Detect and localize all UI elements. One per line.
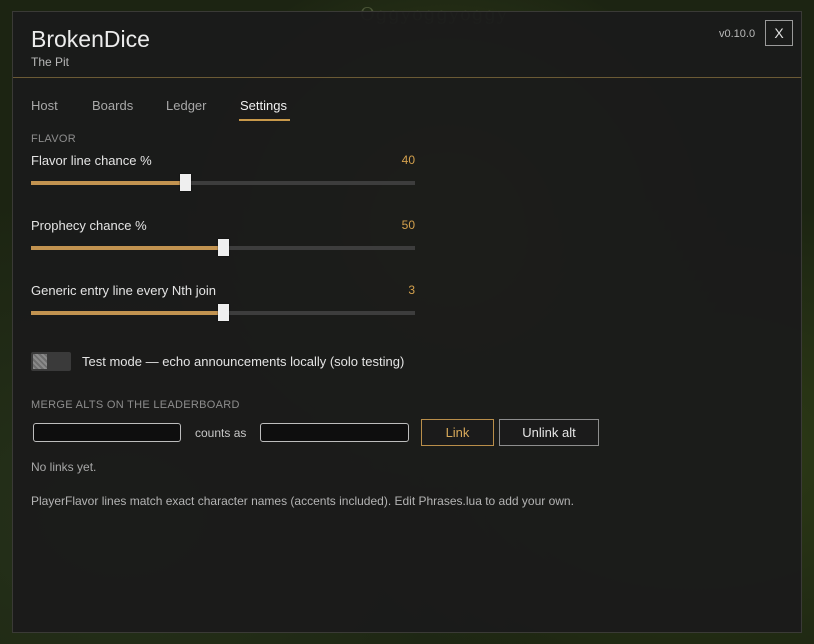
- prophecy-chance-slider[interactable]: [31, 239, 415, 256]
- merge-alts-section-label: MERGE ALTS ON THE LEADERBOARD: [31, 399, 240, 411]
- slider-label: Prophecy chance %: [31, 218, 147, 233]
- no-links-text: No links yet.: [31, 460, 97, 474]
- tab-settings[interactable]: Settings: [239, 98, 290, 121]
- slider-fill: [31, 311, 223, 315]
- unlink-alt-button[interactable]: Unlink alt: [499, 419, 599, 446]
- slider-value: 40: [401, 153, 415, 167]
- test-mode-toggle[interactable]: [31, 352, 71, 371]
- flavor-section-label: FLAVOR: [31, 133, 76, 145]
- alt-name-input[interactable]: [33, 423, 181, 442]
- slider-label: Generic entry line every Nth join: [31, 283, 216, 298]
- generic-entry-line-slider[interactable]: [31, 304, 415, 321]
- window-subtitle: The Pit: [31, 55, 70, 69]
- header-divider: [13, 77, 801, 78]
- window-title: BrokenDice: [31, 26, 150, 52]
- link-button[interactable]: Link: [421, 419, 494, 446]
- close-button[interactable]: X: [765, 20, 793, 46]
- slider-thumb[interactable]: [179, 174, 191, 191]
- brokendice-window: BrokenDice The Pit v0.10.0 X Host Boards…: [12, 11, 802, 633]
- tab-boards[interactable]: Boards: [92, 98, 133, 113]
- main-name-input[interactable]: [260, 423, 409, 442]
- slider-value: 3: [408, 283, 415, 297]
- flavor-line-chance-slider[interactable]: [31, 174, 415, 191]
- slider-label: Flavor line chance %: [31, 153, 152, 168]
- tab-host[interactable]: Host: [31, 98, 58, 113]
- slider-thumb[interactable]: [218, 239, 229, 256]
- slider-thumb[interactable]: [218, 304, 229, 321]
- slider-fill: [31, 181, 185, 185]
- test-mode-label: Test mode — echo announcements locally (…: [82, 354, 405, 369]
- version-label: v0.10.0: [719, 28, 756, 40]
- toggle-knob: [33, 354, 47, 369]
- slider-fill: [31, 246, 223, 250]
- slider-value: 50: [401, 218, 415, 232]
- counts-as-label: counts as: [195, 426, 247, 440]
- tab-ledger[interactable]: Ledger: [166, 98, 206, 113]
- phrases-footnote: PlayerFlavor lines match exact character…: [31, 494, 574, 508]
